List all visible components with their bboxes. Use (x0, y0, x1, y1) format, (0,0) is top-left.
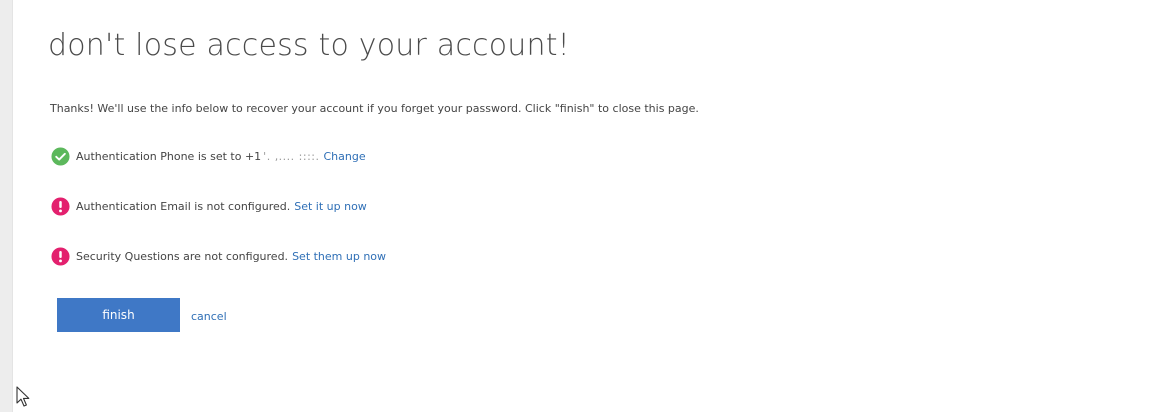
change-phone-link[interactable]: Change (324, 150, 366, 163)
cancel-link[interactable]: cancel (191, 310, 227, 323)
set-up-security-questions-link[interactable]: Set them up now (292, 250, 386, 263)
check-circle-icon (51, 146, 70, 166)
left-rail (0, 0, 12, 412)
finish-button[interactable]: finish (57, 298, 180, 332)
authentication-phone-text: Authentication Phone is set to +1 (76, 149, 262, 163)
security-questions-text: Security Questions are not configured. (76, 249, 289, 263)
authentication-phone-row: Authentication Phone is set to +1 '. ,..… (51, 146, 366, 166)
mouse-pointer-icon (16, 386, 30, 407)
exclamation-circle-icon (51, 246, 70, 266)
set-up-email-link[interactable]: Set it up now (294, 200, 367, 213)
authentication-email-text: Authentication Email is not configured. (76, 199, 291, 213)
intro-text: Thanks! We'll use the info below to reco… (50, 102, 699, 115)
exclamation-circle-icon (51, 196, 70, 216)
recovery-page: don't lose access to your account! Thank… (0, 0, 1167, 412)
security-questions-row: Security Questions are not configured. S… (51, 246, 386, 266)
page-title: don't lose access to your account! (48, 28, 570, 63)
authentication-email-row: Authentication Email is not configured. … (51, 196, 367, 216)
masked-phone-number: '. ,.... ::::. (263, 149, 320, 163)
left-rail-divider (12, 0, 13, 412)
